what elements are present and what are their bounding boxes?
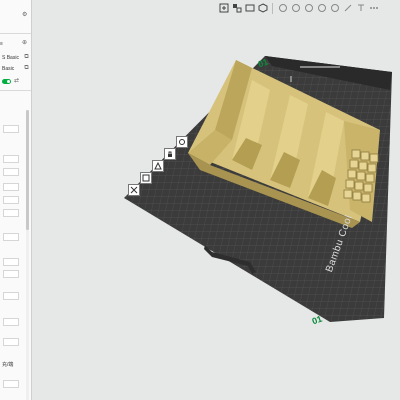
param-field-4[interactable] <box>3 183 19 191</box>
close-icon <box>130 186 138 194</box>
cut-icon <box>304 4 313 12</box>
gear-icon <box>179 139 185 145</box>
preset-icon: ≡ <box>0 41 3 47</box>
param-field-3[interactable] <box>3 168 19 176</box>
text-icon <box>357 4 364 11</box>
panel-divider <box>0 90 31 91</box>
split-icon <box>291 4 300 12</box>
seam-button[interactable] <box>329 3 340 14</box>
orient-plate-button[interactable] <box>152 160 164 172</box>
param-field-11[interactable] <box>3 318 19 326</box>
param-field-2[interactable] <box>3 155 19 163</box>
text-button[interactable] <box>355 3 366 14</box>
orient-icon <box>154 162 162 170</box>
filament-1-edit-icon[interactable]: ⧉ <box>24 54 29 60</box>
measure-button[interactable] <box>342 3 353 14</box>
close-plate-button[interactable] <box>128 184 140 196</box>
param-field-6[interactable] <box>3 209 19 217</box>
plate-toolbar <box>120 128 200 208</box>
param-field-13[interactable] <box>3 380 19 388</box>
split-button[interactable] <box>290 3 301 14</box>
panel-divider <box>0 33 31 34</box>
cut-button[interactable] <box>303 3 314 14</box>
more-button[interactable] <box>368 3 379 14</box>
sync-icon[interactable]: ⇄ <box>14 78 19 84</box>
orient-icon <box>245 4 254 12</box>
arrange-icon <box>142 174 150 182</box>
param-field-5[interactable] <box>3 196 19 204</box>
param-field-1[interactable] <box>3 125 19 133</box>
lock-plate-button[interactable] <box>164 148 176 160</box>
layers-button[interactable] <box>277 3 288 14</box>
more-icon <box>369 7 378 9</box>
arrange-button[interactable] <box>231 3 242 14</box>
layers-icon <box>278 4 287 12</box>
plate-settings-button[interactable] <box>176 136 188 148</box>
support-button[interactable] <box>316 3 327 14</box>
orient-button[interactable] <box>244 3 255 14</box>
add-button[interactable] <box>218 3 229 14</box>
support-icon <box>317 4 326 12</box>
filament-2-edit-icon[interactable]: ⧉ <box>24 65 29 71</box>
panel-scrollbar-thumb[interactable] <box>26 110 29 230</box>
cube-icon <box>258 3 267 13</box>
seam-icon <box>330 4 339 12</box>
3d-viewport[interactable]: 01 01 Bambu Cool <box>0 0 400 400</box>
toolbar-divider <box>272 2 273 14</box>
settings-icon[interactable]: ⚙ <box>22 12 27 18</box>
setting-toggle[interactable] <box>2 79 11 84</box>
measure-icon <box>344 4 351 12</box>
param-field-8[interactable] <box>3 258 19 266</box>
param-field-7[interactable] <box>3 233 19 241</box>
left-settings-panel: ⚙ ≡ ⊕ S Basic ⧉ Basic ⧉ ⇄ 充/端 <box>0 0 32 400</box>
lock-icon <box>168 151 172 157</box>
edit-preset-icon[interactable]: ⊕ <box>22 40 27 46</box>
arrange-plate-button[interactable] <box>140 172 152 184</box>
arrange-icon <box>232 4 241 13</box>
param-field-9[interactable] <box>3 270 19 278</box>
param-field-12[interactable] <box>3 338 19 346</box>
print-plate-scene <box>124 56 392 322</box>
top-toolbar <box>218 0 400 16</box>
add-icon <box>219 3 228 13</box>
param-field-10[interactable] <box>3 292 19 300</box>
cube-button[interactable] <box>257 3 268 14</box>
